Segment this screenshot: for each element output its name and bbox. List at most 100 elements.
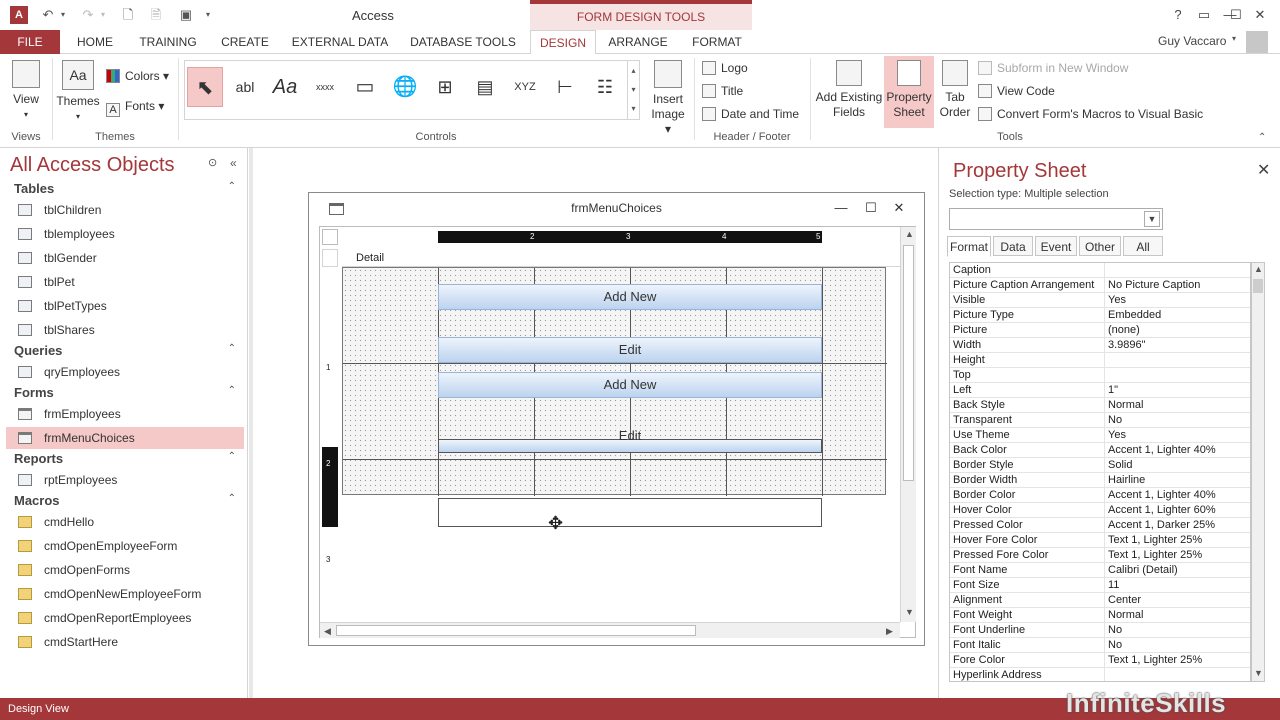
textbox-control-icon[interactable]: abl: [227, 67, 263, 107]
option-group-control-icon[interactable]: XYZ: [507, 67, 543, 107]
property-row[interactable]: Left 1": [950, 383, 1250, 398]
property-value[interactable]: Embedded: [1104, 308, 1250, 323]
command-button[interactable]: Add New: [438, 284, 822, 310]
property-value[interactable]: [1104, 368, 1250, 383]
property-row[interactable]: Pressed Fore Color Text 1, Lighter 25%: [950, 548, 1250, 563]
property-row[interactable]: Font Italic No: [950, 638, 1250, 653]
nav-pane-title[interactable]: All Access Objects: [10, 154, 175, 177]
vertical-scrollbar[interactable]: ▲ ▼: [900, 227, 916, 622]
tab-file[interactable]: FILE: [0, 30, 60, 54]
nav-item-rptemployees[interactable]: rptEmployees: [6, 469, 244, 491]
fonts-button[interactable]: A Fonts ▾: [106, 96, 164, 117]
property-row[interactable]: Font Size 11: [950, 578, 1250, 593]
property-row[interactable]: Pressed Color Accent 1, Darker 25%: [950, 518, 1250, 533]
nav-item-cmdopenemployeeform[interactable]: cmdOpenEmployeeForm: [6, 535, 244, 557]
tab-format[interactable]: FORMAT: [684, 30, 750, 54]
user-name[interactable]: Guy Vaccaro: [1158, 34, 1226, 48]
property-row[interactable]: Alignment Center: [950, 593, 1250, 608]
colors-button[interactable]: Colors ▾: [106, 66, 169, 86]
property-row[interactable]: Border Style Solid: [950, 458, 1250, 473]
nav-item-tblshares[interactable]: tblShares: [6, 319, 244, 341]
navigation-control-icon[interactable]: ▤: [467, 67, 503, 107]
horizontal-ruler[interactable]: 2 3 4 5: [342, 231, 900, 243]
nav-item-cmdopenforms[interactable]: cmdOpenForms: [6, 559, 244, 581]
nav-item-tblemployees[interactable]: tblemployees: [6, 223, 244, 245]
property-row[interactable]: Picture (none): [950, 323, 1250, 338]
web-browser-control-icon[interactable]: ⊞: [427, 67, 463, 107]
gallery-scroll[interactable]: ▴ ▾ ▾: [627, 61, 639, 119]
property-row[interactable]: Font Name Calibri (Detail): [950, 563, 1250, 578]
add-existing-fields-button[interactable]: Add Existing Fields: [812, 60, 886, 120]
nav-item-tblpet[interactable]: tblPet: [6, 271, 244, 293]
redo-icon[interactable]: ↷: [78, 6, 98, 24]
horizontal-scrollbar[interactable]: ◀ ▶: [320, 622, 900, 638]
collapse-icon[interactable]: ⌃: [228, 343, 236, 354]
save-icon[interactable]: ▣: [176, 6, 196, 24]
scroll-thumb[interactable]: [903, 245, 914, 481]
convert-macros-button[interactable]: Convert Form's Macros to Visual Basic: [978, 104, 1203, 124]
command-button[interactable]: Edit: [438, 337, 822, 363]
property-row[interactable]: Hover Color Accent 1, Lighter 60%: [950, 503, 1250, 518]
property-row[interactable]: Caption: [950, 263, 1250, 278]
tab-training[interactable]: TRAINING: [132, 30, 204, 54]
property-value[interactable]: 11: [1104, 578, 1250, 593]
property-value[interactable]: Solid: [1104, 458, 1250, 473]
property-value[interactable]: No: [1104, 413, 1250, 428]
nav-item-tblpettypes[interactable]: tblPetTypes: [6, 295, 244, 317]
property-sheet-button[interactable]: Property Sheet: [884, 56, 934, 128]
subform-new-window-button[interactable]: Subform in New Window: [978, 58, 1128, 78]
tab-create[interactable]: CREATE: [216, 30, 274, 54]
property-value[interactable]: Calibri (Detail): [1104, 563, 1250, 578]
property-row[interactable]: Height: [950, 353, 1250, 368]
selection-combo[interactable]: ▼: [949, 208, 1163, 230]
undo-dropdown-icon[interactable]: ▾: [58, 6, 68, 24]
nav-item-tblgender[interactable]: tblGender: [6, 247, 244, 269]
property-row[interactable]: Fore Color Text 1, Lighter 25%: [950, 653, 1250, 668]
view-button[interactable]: View ▾: [6, 60, 46, 122]
view-code-button[interactable]: View Code: [978, 81, 1055, 101]
select-pointer-icon[interactable]: ⬉: [187, 67, 223, 107]
command-button[interactable]: Edit: [438, 429, 822, 453]
property-value[interactable]: Yes: [1104, 428, 1250, 443]
button-control-icon[interactable]: xxxx: [307, 67, 343, 107]
nav-item-frmmenuchoices[interactable]: frmMenuChoices: [6, 427, 244, 449]
nav-menu-icon[interactable]: ⊙: [208, 156, 217, 169]
ribbon-display-icon[interactable]: ▭: [1194, 6, 1214, 24]
form-maximize-icon[interactable]: ☐: [861, 199, 881, 217]
property-value[interactable]: Text 1, Lighter 25%: [1104, 653, 1250, 668]
property-row[interactable]: Width 3.9896": [950, 338, 1250, 353]
insert-image-button[interactable]: Insert Image ▾: [648, 60, 688, 137]
scroll-down-icon[interactable]: ▼: [1254, 668, 1263, 678]
quick-print-icon[interactable]: 🗎: [146, 6, 166, 24]
title-button[interactable]: Title: [702, 81, 743, 101]
property-row[interactable]: Picture Type Embedded: [950, 308, 1250, 323]
tab-other-props[interactable]: Other: [1079, 236, 1121, 256]
property-scrollbar[interactable]: ▲ ▼: [1251, 262, 1265, 682]
nav-item-tblchildren[interactable]: tblChildren: [6, 199, 244, 221]
property-row[interactable]: Border Color Accent 1, Lighter 40%: [950, 488, 1250, 503]
close-icon[interactable]: ✕: [1257, 160, 1270, 180]
maximize-icon[interactable]: ☐: [1226, 6, 1246, 24]
property-value[interactable]: Text 1, Lighter 25%: [1104, 548, 1250, 563]
user-dropdown-icon[interactable]: ▾: [1232, 34, 1236, 43]
tab-arrange[interactable]: ARRANGE: [604, 30, 672, 54]
property-value[interactable]: [1104, 263, 1250, 278]
customize-qat-icon[interactable]: ▾: [200, 6, 216, 24]
tab-all-props[interactable]: All: [1123, 236, 1163, 256]
close-icon[interactable]: ✕: [1250, 6, 1270, 24]
tab-event-props[interactable]: Event: [1035, 236, 1077, 256]
form-selector[interactable]: [322, 229, 338, 245]
scroll-thumb[interactable]: [1253, 279, 1263, 293]
tab-data-props[interactable]: Data: [993, 236, 1033, 256]
tab-database-tools[interactable]: DATABASE TOOLS: [404, 30, 522, 54]
property-value[interactable]: 3.9896": [1104, 338, 1250, 353]
nav-group-tables[interactable]: Tables ⌃: [14, 181, 236, 196]
label-control-icon[interactable]: Aa: [267, 67, 303, 107]
nav-group-queries[interactable]: Queries ⌃: [14, 343, 236, 358]
logo-button[interactable]: Logo: [702, 58, 748, 78]
shutter-bar-icon[interactable]: «: [230, 156, 237, 170]
form-minimize-icon[interactable]: —: [831, 199, 851, 217]
nav-item-cmdhello[interactable]: cmdHello: [6, 511, 244, 533]
avatar[interactable]: [1246, 31, 1268, 53]
property-value[interactable]: Accent 1, Lighter 40%: [1104, 488, 1250, 503]
